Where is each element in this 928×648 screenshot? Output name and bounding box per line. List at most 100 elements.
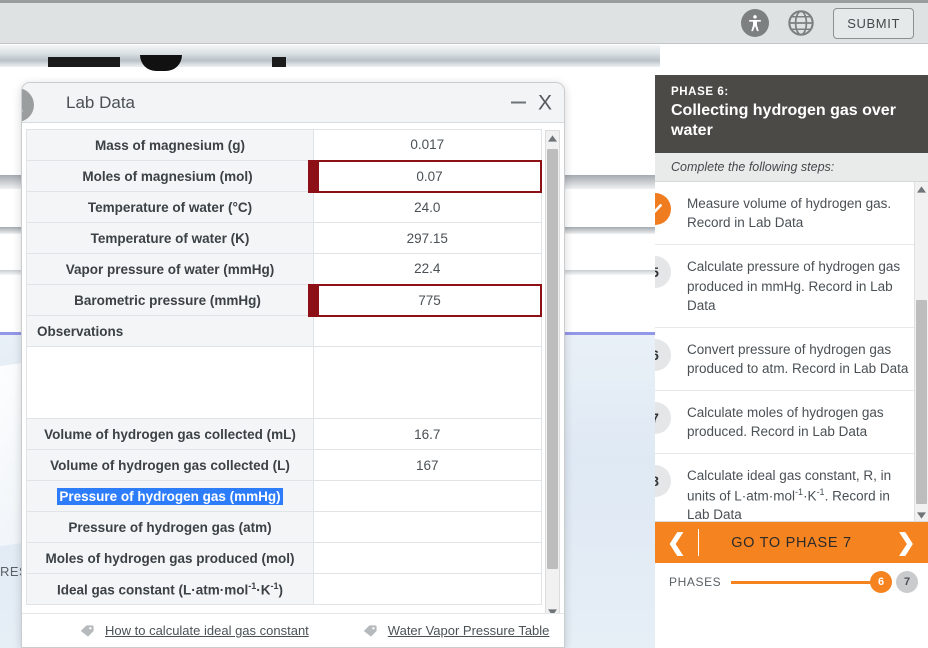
phase-dot-next[interactable]: 7 — [896, 571, 918, 594]
step-item[interactable]: 8 Calculate ideal gas constant, R, in uni… — [655, 454, 928, 522]
scroll-up-icon[interactable] — [546, 131, 559, 145]
row-label: Moles of magnesium (mol) — [26, 160, 314, 192]
row-label: Volume of hydrogen gas collected (L) — [26, 449, 314, 481]
value-cell: 297.15 — [313, 222, 542, 254]
panel-link[interactable]: Water Vapor Pressure Table — [363, 623, 550, 638]
table-row: Mass of magnesium (g) 0.017 — [26, 129, 542, 161]
value-cell: 167 — [313, 449, 542, 481]
lab-data-panel: Lab Data X Mass of magnesium (g) 0.017 Mol… — [21, 82, 565, 648]
table-row: Temperature of water (K) 297.15 — [26, 222, 542, 254]
step-text: Calculate pressure of hydrogen gas produ… — [687, 259, 901, 313]
value-cell — [313, 346, 542, 419]
go-to-phase-label: GO TO PHASE 7 — [731, 534, 852, 551]
phases-track[interactable]: 6 7 — [731, 571, 920, 594]
steps-scrollbar-thumb[interactable] — [916, 300, 927, 505]
go-to-phase-bar[interactable]: ❮ GO TO PHASE 7 ❯ — [655, 522, 928, 564]
close-icon[interactable]: X — [538, 92, 552, 113]
phase-header: PHASE 6: Collecting hydrogen gas over wa… — [655, 75, 928, 154]
table-row: Pressure of hydrogen gas (mmHg) — [26, 480, 542, 512]
window-controls: X — [510, 92, 552, 113]
step-text: Measure volume of hydrogen gas. Record i… — [687, 196, 892, 231]
minimize-icon[interactable] — [510, 101, 526, 104]
scrollbar-thumb[interactable] — [547, 149, 558, 569]
table-row: Vapor pressure of water (mmHg) 22.4 — [26, 253, 542, 285]
lab-data-links: How to calculate ideal gas constant Water… — [22, 613, 564, 647]
step-item[interactable]: 6 Convert pressure of hydrogen gas produc… — [655, 327, 928, 392]
row-label: Observations — [26, 315, 314, 347]
panel-link-label: How to calculate ideal gas constant — [105, 623, 309, 638]
row-label: Moles of hydrogen gas produced (mol) — [26, 542, 314, 574]
phase-dot-current[interactable]: 6 — [870, 571, 892, 594]
table-row: Moles of hydrogen gas produced (mol) — [26, 542, 542, 574]
row-label: Volume of hydrogen gas collected (mL) — [26, 418, 314, 450]
step-number-badge: 5 — [655, 256, 671, 289]
table-row: Temperature of water (°C) 24.0 — [26, 191, 542, 223]
value-cell: 0.017 — [313, 129, 542, 161]
row-label: Temperature of water (K) — [26, 222, 314, 254]
table-row — [26, 346, 542, 419]
lab-data-scrollbar[interactable] — [545, 130, 560, 620]
steps-scroll-down-icon[interactable] — [915, 508, 928, 521]
scene-dark-block-right — [272, 57, 286, 67]
flask-icon — [22, 88, 34, 122]
row-label: Pressure of hydrogen gas (mmHg) — [26, 480, 314, 512]
step-complete-check-icon — [655, 193, 671, 226]
row-label: Temperature of water (°C) — [26, 191, 314, 223]
lab-data-titlebar[interactable]: Lab Data X — [22, 83, 564, 123]
steps-list: Measure volume of hydrogen gas. Record i… — [655, 182, 928, 523]
globe-icon[interactable] — [787, 9, 815, 37]
step-number-badge: 8 — [655, 465, 671, 498]
table-row: Volume of hydrogen gas collected (mL) 16.… — [26, 418, 542, 450]
tag-icon — [80, 624, 94, 637]
chevron-left-icon[interactable]: ❮ — [655, 529, 699, 557]
value-input-cell[interactable]: 775 — [308, 283, 542, 317]
phase-title: Collecting hydrogen gas over water — [671, 102, 896, 139]
steps-scrollbar[interactable] — [914, 182, 928, 522]
phase-instruction: Complete the following steps: — [655, 153, 928, 183]
panel-link[interactable]: How to calculate ideal gas constant — [80, 623, 309, 638]
panel-link-label: Water Vapor Pressure Table — [387, 623, 550, 638]
value-cell: 22.4 — [313, 253, 542, 285]
value-cell — [313, 511, 542, 543]
steps-scroll-up-icon[interactable] — [915, 182, 928, 196]
submit-button[interactable]: SUBMIT — [833, 7, 914, 39]
step-text: Calculate moles of hydrogen gas produced… — [687, 405, 884, 440]
phases-progress: PHASES 6 7 — [655, 563, 928, 602]
step-item[interactable]: 7 Calculate moles of hydrogen gas produce… — [655, 391, 928, 455]
value-cell — [313, 315, 542, 347]
table-row: Ideal gas constant (L·atm·mol-1·K-1) — [26, 573, 542, 605]
phases-label: PHASES — [669, 575, 722, 590]
step-number-badge: 7 — [655, 402, 671, 435]
chevron-right-icon[interactable]: ❯ — [884, 529, 928, 556]
lab-data-table: Mass of magnesium (g) 0.017 Moles of magne… — [26, 129, 542, 605]
phase-sidebar: PHASE 6: Collecting hydrogen gas over wa… — [655, 75, 928, 648]
phases-track-line — [731, 581, 886, 585]
table-row: Moles of magnesium (mol) 0.07 — [26, 159, 542, 193]
lab-data-table-wrapper: Mass of magnesium (g) 0.017 Moles of magne… — [22, 123, 564, 614]
step-text: Convert pressure of hydrogen gas produce… — [687, 341, 909, 376]
lab-data-title: Lab Data — [66, 92, 135, 112]
value-cell: 24.0 — [313, 191, 542, 223]
row-label: Barometric pressure (mmHg) — [26, 284, 314, 316]
accessibility-icon[interactable] — [741, 9, 770, 37]
step-text: Calculate ideal gas constant, R, in unit… — [687, 468, 892, 523]
step-item[interactable]: Measure volume of hydrogen gas. Record i… — [655, 182, 928, 246]
table-row: Pressure of hydrogen gas (atm) — [26, 511, 542, 543]
step-item[interactable]: 5 Calculate pressure of hydrogen gas prod… — [655, 245, 928, 328]
selected-label-text: Pressure of hydrogen gas (mmHg) — [57, 487, 283, 505]
step-number-badge: 6 — [655, 338, 671, 371]
tag-icon — [363, 624, 377, 637]
top-toolbar: SUBMIT — [0, 0, 928, 44]
value-cell — [313, 573, 542, 605]
row-label: Mass of magnesium (g) — [26, 129, 314, 161]
table-row: Volume of hydrogen gas collected (L) 167 — [26, 449, 542, 481]
value-cell — [313, 542, 542, 574]
scene-dark-block-left — [48, 57, 120, 67]
scene-dark-oval — [140, 55, 182, 71]
table-row: Observations — [26, 315, 542, 347]
app-root: SUBMIT RESET Lab Data X — [0, 0, 928, 648]
value-input-cell[interactable]: 0.07 — [308, 159, 542, 193]
row-label: Vapor pressure of water (mmHg) — [26, 253, 314, 285]
row-label: Pressure of hydrogen gas (atm) — [26, 511, 314, 543]
table-row: Barometric pressure (mmHg) 775 — [26, 283, 542, 317]
